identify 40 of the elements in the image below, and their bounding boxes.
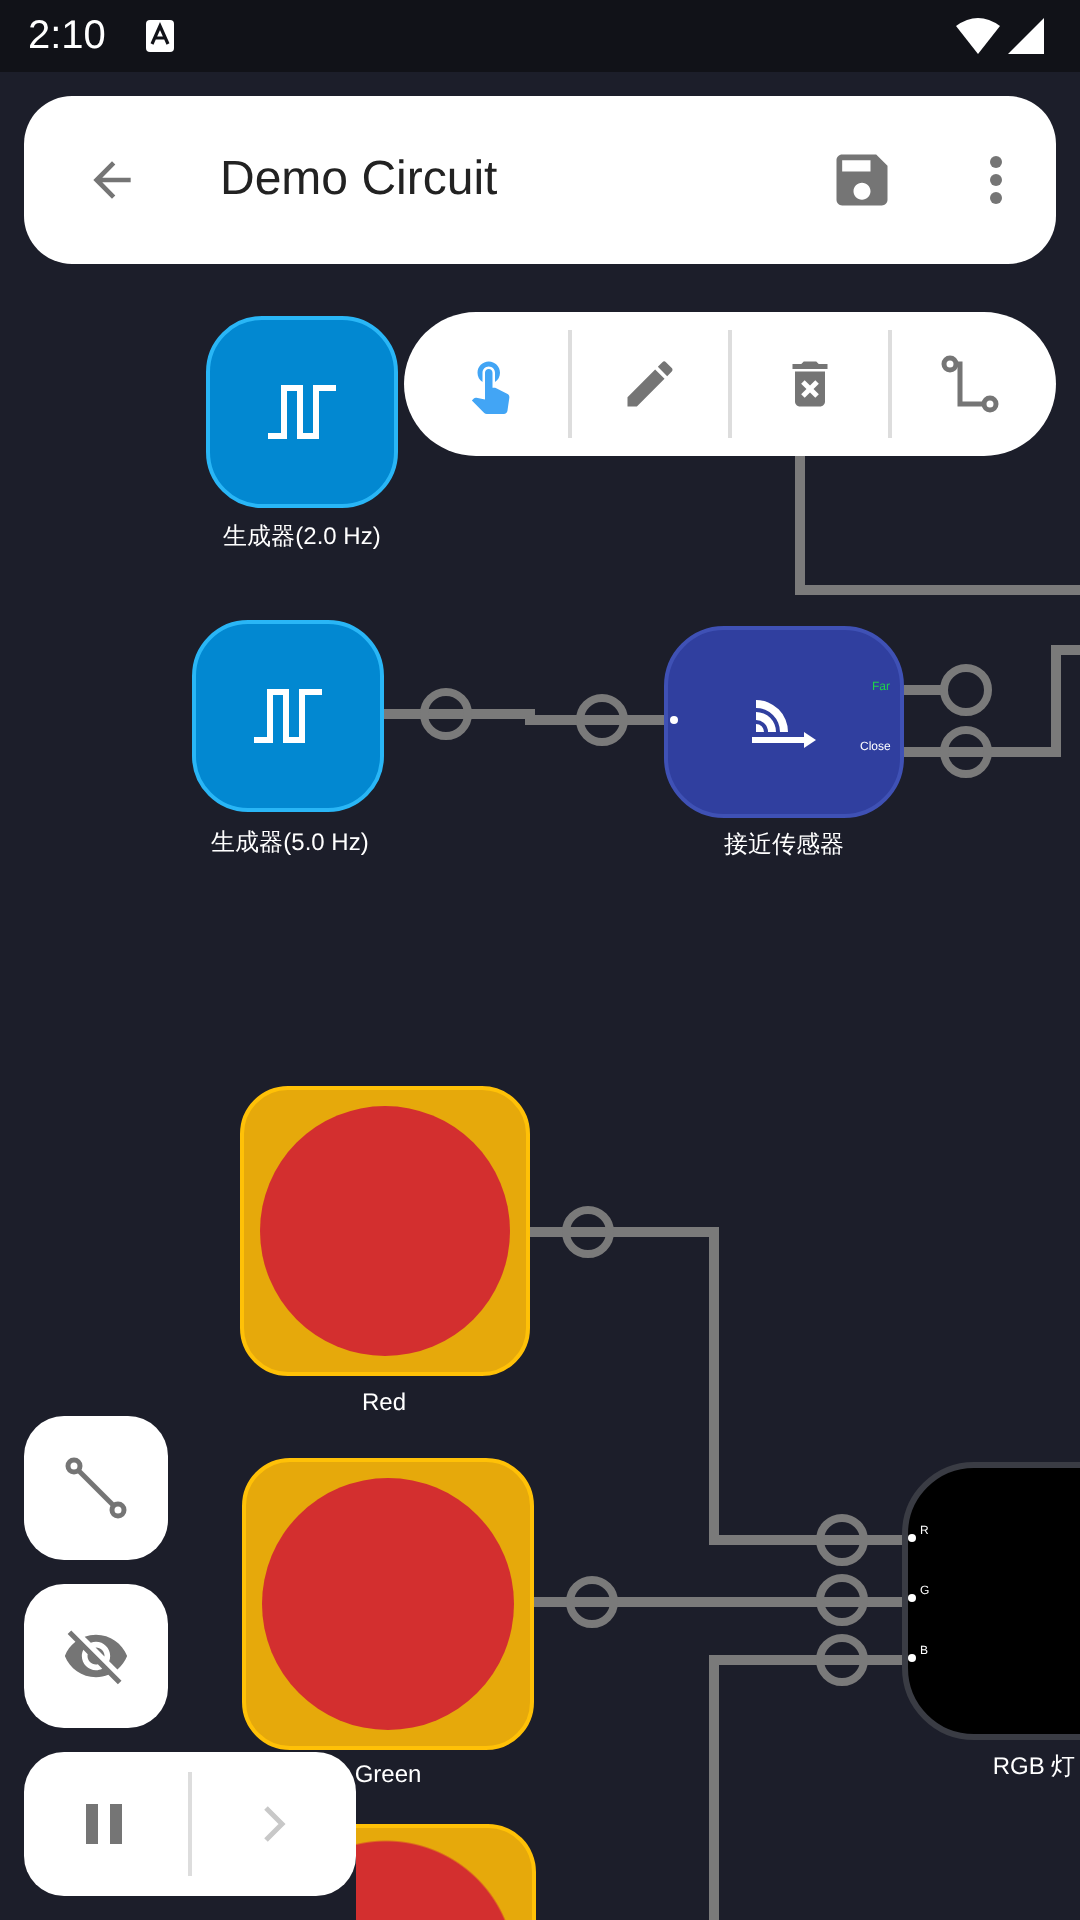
generator-node[interactable] [206, 316, 398, 508]
node-label: RGB 灯 [992, 1750, 1076, 1784]
generator-node[interactable] [192, 620, 384, 812]
input-port [908, 1594, 916, 1602]
route-icon [940, 354, 1000, 414]
connector-ring [566, 1576, 618, 1628]
node-label: Green [354, 1760, 422, 1788]
input-port [908, 1654, 916, 1662]
connector-ring [562, 1206, 614, 1258]
connector-ring [816, 1514, 868, 1566]
square-wave-icon [266, 384, 338, 440]
connector-ring [940, 726, 992, 778]
connector-ring [940, 664, 992, 716]
light-node[interactable] [240, 1086, 530, 1376]
light-node[interactable] [242, 1458, 534, 1750]
wifi-icon [956, 18, 1000, 54]
connector-ring [576, 694, 628, 746]
pause-icon [86, 1804, 126, 1844]
node-label: 生成器(5.0 Hz) [211, 826, 369, 860]
connector-ring [816, 1634, 868, 1686]
sensor-node[interactable] [664, 626, 904, 818]
connector-ring [816, 1574, 868, 1626]
keyboard-notification-icon [145, 20, 174, 52]
more-icon [988, 154, 1004, 206]
square-wave-icon [252, 688, 324, 744]
circuit-title: Demo Circuit [220, 152, 500, 208]
hide-button[interactable] [24, 1584, 168, 1728]
wire-icon [64, 1456, 128, 1520]
proximity-icon [752, 696, 816, 748]
light-node[interactable] [356, 1824, 536, 1920]
node-label: Red [362, 1388, 406, 1416]
input-port [670, 716, 678, 724]
node-label: 生成器(2.0 Hz) [223, 520, 381, 554]
node-label: 接近传感器 [724, 828, 844, 862]
input-port [908, 1534, 916, 1542]
chevron-right-icon [262, 1804, 286, 1844]
wire-tool-button[interactable] [24, 1416, 168, 1560]
connector-ring [420, 688, 472, 740]
status-time: 2:10 [28, 13, 106, 59]
signal-icon [1008, 18, 1044, 54]
